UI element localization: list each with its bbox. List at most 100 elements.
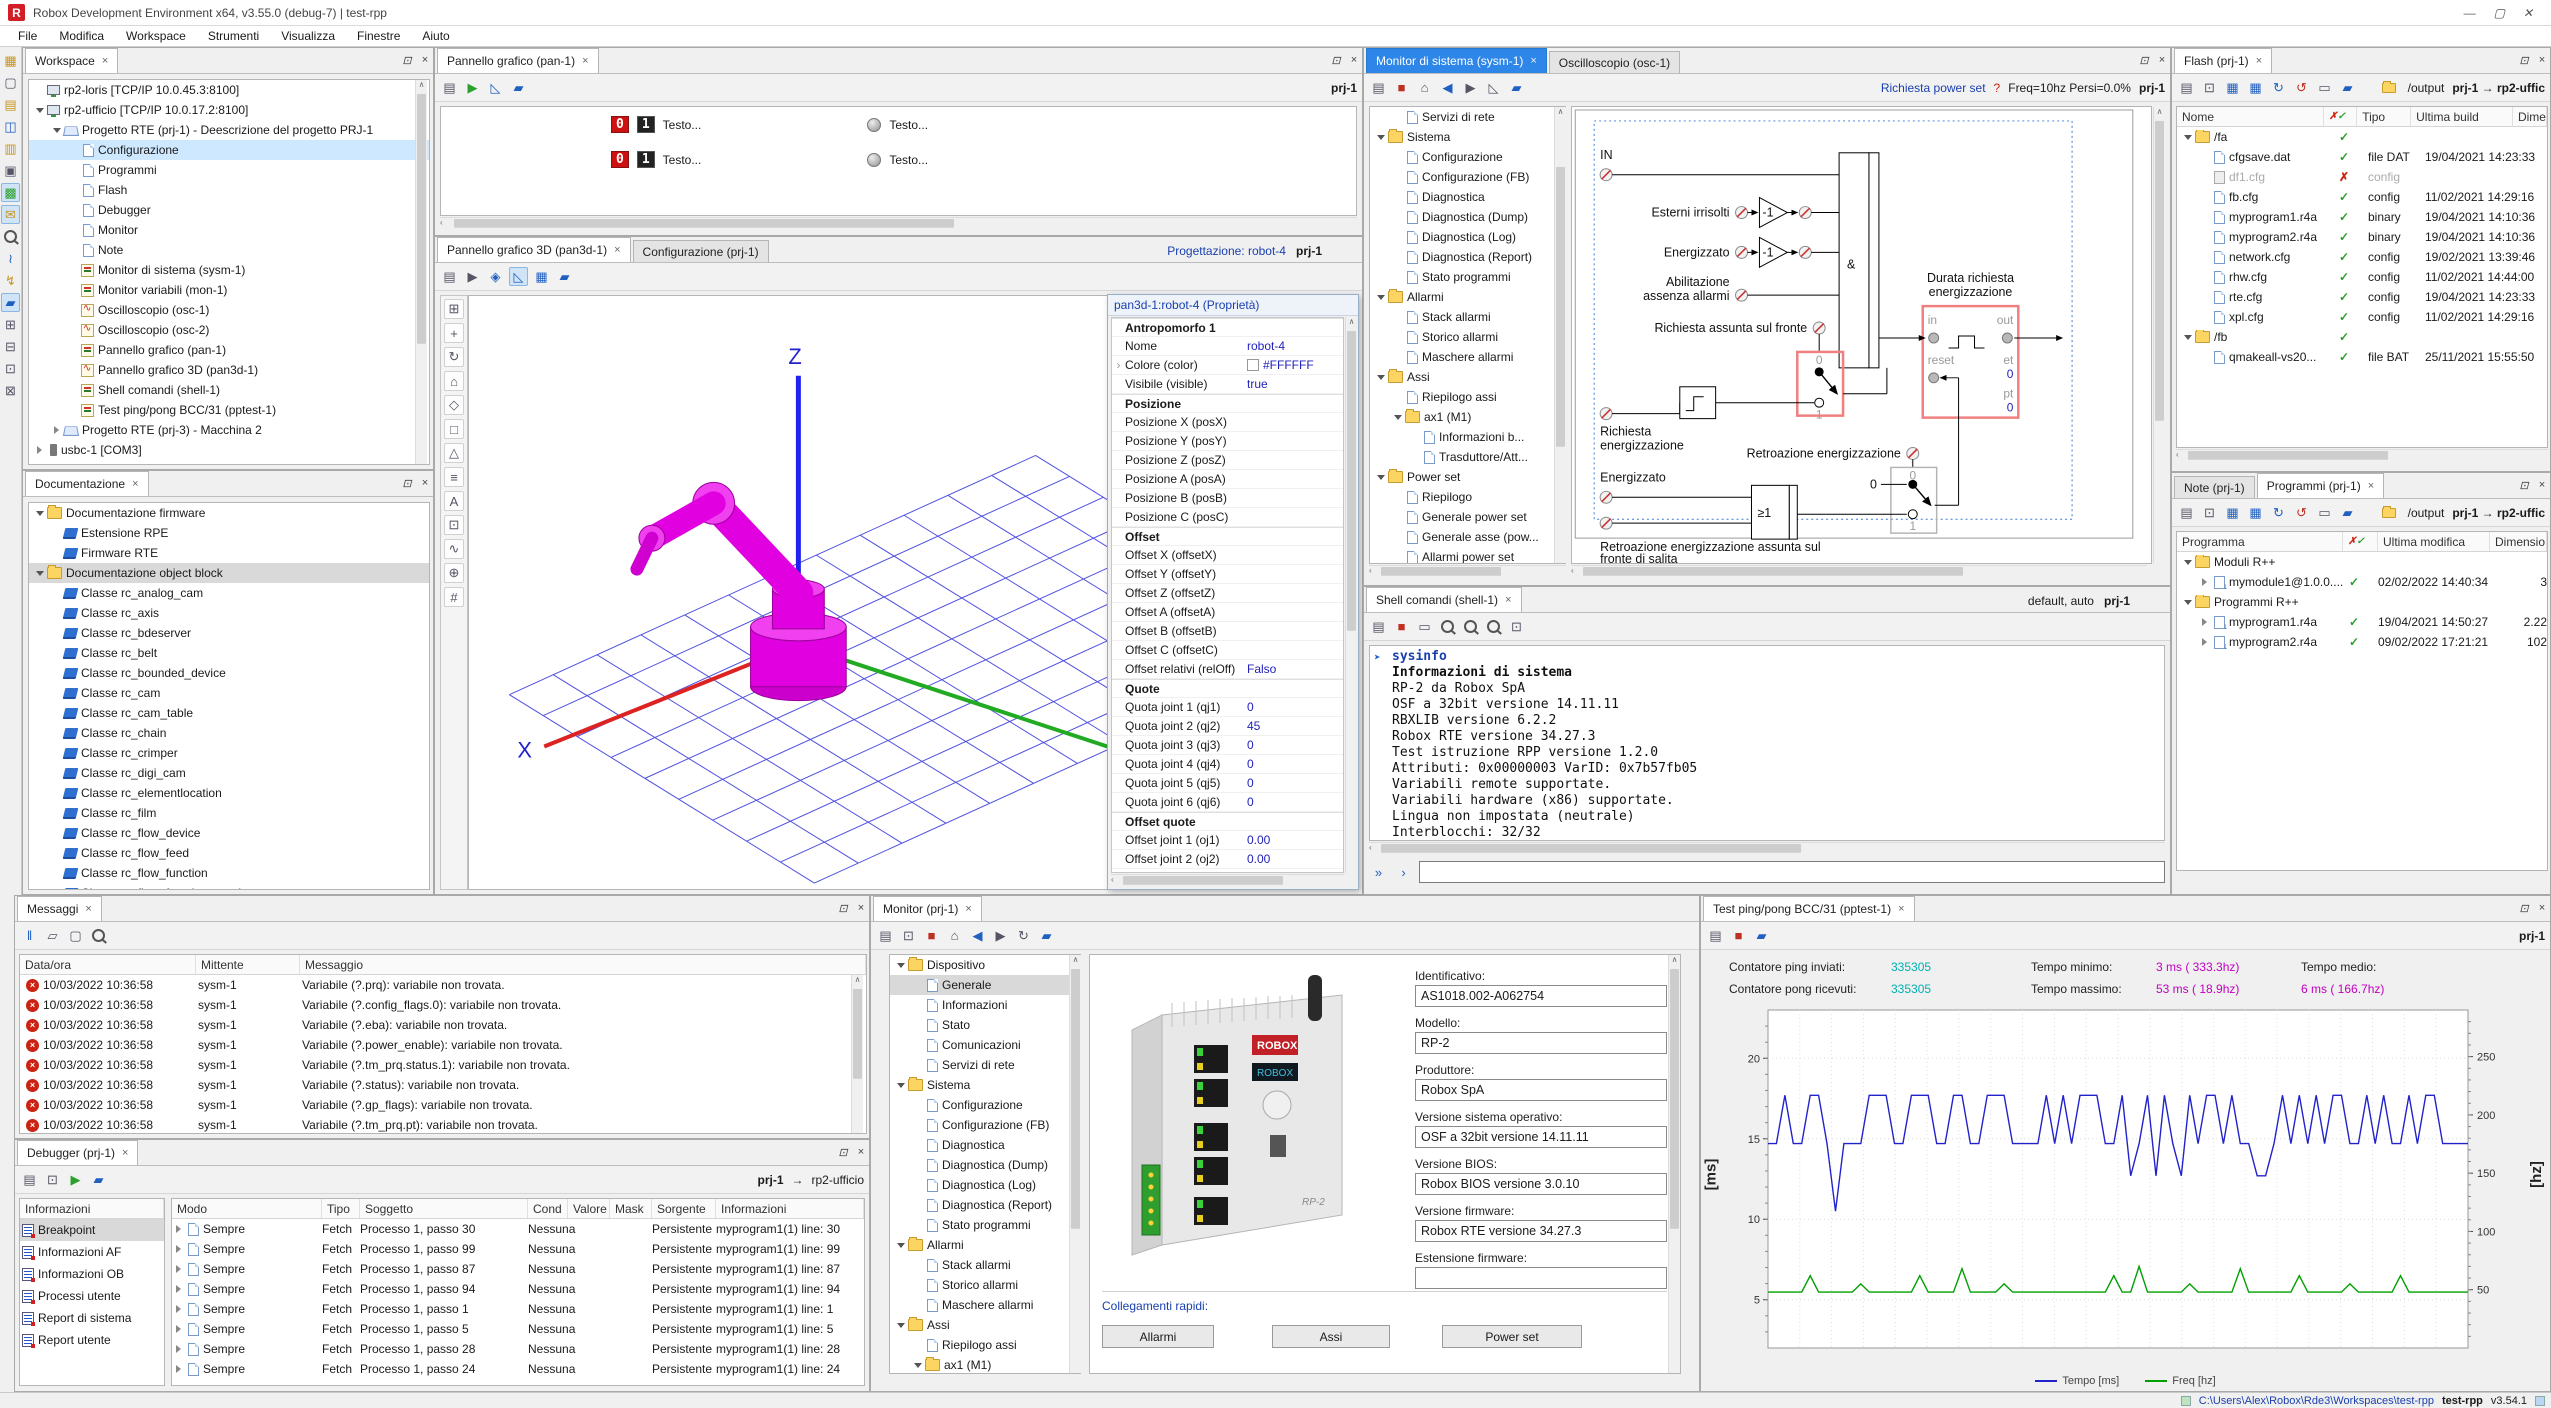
expand-icon[interactable]: [172, 1245, 185, 1253]
expand-icon[interactable]: [894, 1323, 907, 1328]
digital-display[interactable]: 0: [611, 151, 629, 168]
property-row[interactable]: Posizione Z (posZ): [1112, 451, 1343, 470]
toolbar-icon[interactable]: ▤: [1706, 926, 1725, 945]
table-row[interactable]: df1.cfg config: [2177, 167, 2547, 187]
tree-item[interactable]: Diagnostica (Report): [1370, 247, 1565, 267]
tree-item[interactable]: Classe rc_flow_function_graph: [29, 883, 429, 890]
scene-tool-icon[interactable]: A: [444, 491, 464, 511]
message-row[interactable]: 10/03/2022 10:36:58 sysm-1 Variabile (?.…: [20, 1095, 866, 1115]
tree-item[interactable]: Classe rc_flow_function: [29, 863, 429, 883]
breakpoint-row[interactable]: Sempre Fetch Processo 1, passo 5 Nessuna…: [172, 1319, 864, 1339]
legend-entry[interactable]: Freq [hz]: [2145, 1375, 2215, 1387]
property-row[interactable]: Posizione C (posC): [1112, 508, 1343, 527]
toolbar-icon[interactable]: ⌂: [945, 926, 964, 945]
float-icon[interactable]: ⊡: [838, 902, 847, 915]
property-row[interactable]: Offset Y (offsetY): [1112, 565, 1343, 584]
expand-icon[interactable]: [894, 963, 907, 968]
expand-icon[interactable]: [172, 1265, 185, 1273]
toolbar-icon[interactable]: ⊡: [2200, 78, 2219, 97]
property-row[interactable]: Colore (color) #FFFFFF: [1112, 356, 1343, 375]
tree-item[interactable]: Pannello grafico 3D (pan3d-1): [29, 360, 429, 380]
field-value[interactable]: OSF a 32bit versione 14.11.11: [1415, 1126, 1667, 1148]
scrollbar[interactable]: ‹: [1111, 874, 1344, 886]
close-icon[interactable]: ×: [858, 1146, 864, 1159]
scene-tool-icon[interactable]: ↻: [444, 347, 464, 367]
toolbar-icon[interactable]: ↺: [2292, 78, 2311, 97]
toolbar-icon[interactable]: ↺: [2292, 503, 2311, 522]
tree-item[interactable]: Classe rc_cam_table: [29, 703, 429, 723]
property-row[interactable]: Offset C (offsetC): [1112, 641, 1343, 660]
scene-tool-icon[interactable]: △: [444, 443, 464, 463]
table-row[interactable]: rte.cfg config 19/04/2021 14:23:33: [2177, 287, 2547, 307]
toolbar-icon[interactable]: ▶: [463, 78, 482, 97]
sidebar-icon[interactable]: ⊡: [1, 359, 20, 378]
toolbar-icon[interactable]: ⊡: [2200, 503, 2219, 522]
close-icon[interactable]: ×: [122, 1147, 128, 1159]
tree-item[interactable]: Configurazione: [1370, 147, 1565, 167]
property-row[interactable]: Posizione: [1112, 394, 1343, 413]
property-row[interactable]: Offset Z (offsetZ): [1112, 584, 1343, 603]
tree-item[interactable]: Classe rc_belt: [29, 643, 429, 663]
close-icon[interactable]: ×: [102, 55, 108, 67]
tree-item[interactable]: Diagnostica (Dump): [1370, 207, 1565, 227]
toolbar-icon[interactable]: ▱: [43, 926, 62, 945]
tree-item[interactable]: Stato programmi: [890, 1215, 1080, 1235]
close-icon[interactable]: ×: [1505, 594, 1511, 606]
tree-item[interactable]: Generale asse (pow...: [1370, 527, 1565, 547]
toolbar-icon[interactable]: ↻: [2269, 503, 2288, 522]
sidebar-icon[interactable]: ⊟: [1, 337, 20, 356]
tree-item[interactable]: Classe rc_cam: [29, 683, 429, 703]
expand-icon[interactable]: [2181, 335, 2194, 340]
toolbar-icon[interactable]: ▤: [876, 926, 895, 945]
workspace-path[interactable]: C:\Users\Alex\Robox\Rde3\Workspaces\test…: [2199, 1395, 2434, 1407]
tree-item[interactable]: Diagnostica: [1370, 187, 1565, 207]
scrollbar[interactable]: ∧: [851, 975, 863, 1133]
toolbar-icon[interactable]: ▰: [1037, 926, 1056, 945]
scene-tool-icon[interactable]: ⊡: [444, 515, 464, 535]
toolbar-icon[interactable]: ▦: [2246, 503, 2265, 522]
property-row[interactable]: Offset quote: [1112, 812, 1343, 831]
tree-item[interactable]: Test ping/pong BCC/31 (pptest-1): [29, 400, 429, 420]
tree-item[interactable]: Riepilogo assi: [890, 1335, 1080, 1355]
sidebar-icon[interactable]: [1, 227, 20, 246]
tree-item[interactable]: Monitor di sistema (sysm-1): [29, 260, 429, 280]
menu-item[interactable]: File: [8, 27, 47, 45]
tree-item[interactable]: Stack allarmi: [890, 1255, 1080, 1275]
tab-configurazione[interactable]: Configurazione (prj-1): [633, 240, 769, 262]
toolbar-icon[interactable]: ◺: [1484, 78, 1503, 97]
float-icon[interactable]: ⊡: [1331, 54, 1340, 67]
close-button[interactable]: ✕: [2523, 6, 2533, 20]
close-icon[interactable]: ×: [132, 478, 138, 490]
sidebar-icon[interactable]: ≀: [1, 249, 20, 268]
tab-osc1[interactable]: Oscilloscopio (osc-1): [1549, 51, 1680, 73]
table-row[interactable]: network.cfg config 19/02/2021 13:39:46: [2177, 247, 2547, 267]
sidebar-icon[interactable]: ▥: [1, 139, 20, 158]
tree-item[interactable]: Estensione RPE: [29, 523, 429, 543]
field-value[interactable]: AS1018.002-A062754: [1415, 985, 1667, 1007]
tree-item[interactable]: Classe rc_crimper: [29, 743, 429, 763]
tab-sysm[interactable]: Monitor di sistema (sysm-1)×: [1366, 48, 1547, 73]
field-value[interactable]: Robox SpA: [1415, 1079, 1667, 1101]
tab-flash[interactable]: Flash (prj-1)×: [2174, 48, 2272, 73]
tree-item[interactable]: Allarmi power set: [1370, 547, 1565, 564]
expand-icon[interactable]: [50, 426, 63, 434]
nav-item[interactable]: Report di sistema: [20, 1307, 164, 1329]
float-icon[interactable]: ⊡: [2519, 479, 2528, 492]
field-value[interactable]: Robox BIOS versione 3.0.10: [1415, 1173, 1667, 1195]
tree-item[interactable]: Configurazione (FB): [1370, 167, 1565, 187]
tree-item[interactable]: Classe rc_bdeserver: [29, 623, 429, 643]
tree-item[interactable]: Stato: [890, 1015, 1080, 1035]
toolbar-icon[interactable]: ‖: [20, 926, 39, 945]
close-icon[interactable]: ×: [422, 477, 428, 490]
expand-icon[interactable]: [172, 1305, 185, 1313]
tab-workspace[interactable]: Workspace×: [25, 48, 118, 73]
property-row[interactable]: Antropomorfo 1: [1112, 318, 1343, 337]
tree-item[interactable]: Informazioni: [890, 995, 1080, 1015]
nav-item[interactable]: Processi utente: [20, 1285, 164, 1307]
sidebar-icon[interactable]: ↯: [1, 271, 20, 290]
tab-programmi[interactable]: Programmi (prj-1)×: [2257, 473, 2384, 498]
toolbar-icon[interactable]: ▰: [555, 267, 574, 286]
scrollbar[interactable]: ‹: [2176, 449, 2548, 461]
layout-icon[interactable]: [2535, 1396, 2545, 1406]
field-value[interactable]: [1415, 1267, 1667, 1289]
